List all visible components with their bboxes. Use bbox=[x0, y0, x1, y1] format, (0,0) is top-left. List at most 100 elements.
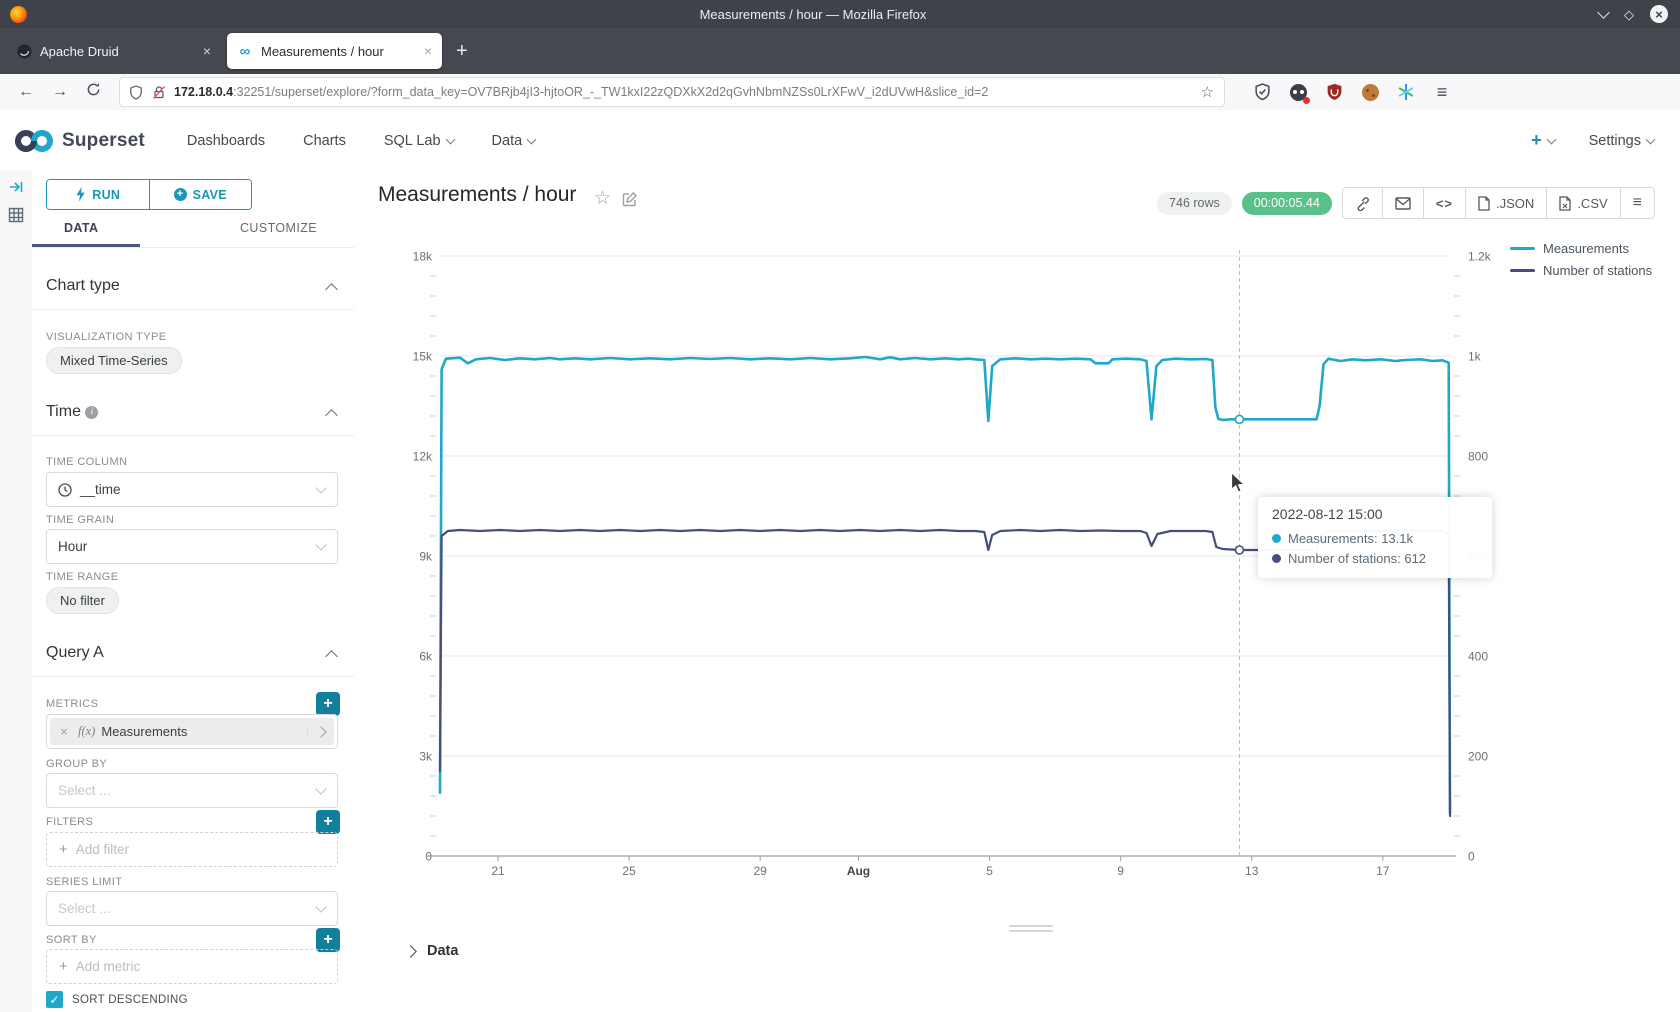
svg-text:17: 17 bbox=[1376, 864, 1390, 878]
collapse-chevron-icon[interactable] bbox=[325, 409, 338, 422]
superset-infinity-icon bbox=[14, 128, 54, 154]
favorite-star-icon[interactable]: ☆ bbox=[594, 187, 611, 210]
add-metric-button[interactable]: + bbox=[316, 692, 340, 716]
group-by-select[interactable]: Select ... bbox=[46, 773, 338, 808]
tab-apache-druid[interactable]: Apache Druid × bbox=[6, 33, 221, 69]
tab-close-icon[interactable]: × bbox=[424, 43, 432, 59]
panel-resize-handle[interactable] bbox=[1009, 925, 1053, 935]
tooltip-row: Measurements: 13.1k bbox=[1272, 528, 1478, 548]
time-column-select[interactable]: __time bbox=[46, 472, 338, 507]
tab-measurements-hour[interactable]: ∞ Measurements / hour × bbox=[227, 33, 442, 69]
svg-text:400: 400 bbox=[1468, 650, 1488, 664]
chevron-down-icon bbox=[1646, 134, 1656, 144]
add-filter-button[interactable]: + bbox=[316, 810, 340, 834]
section-query-a: Query A bbox=[46, 644, 104, 662]
time-grain-label: TIME GRAIN bbox=[46, 514, 114, 526]
plus-circle-icon: + bbox=[174, 188, 187, 201]
nav-data[interactable]: Data bbox=[492, 133, 536, 149]
sort-descending-label: SORT DESCENDING bbox=[72, 994, 188, 1006]
superset-navbar: Superset Dashboards Charts SQL Lab Data … bbox=[0, 110, 1680, 172]
collapse-chevron-icon[interactable] bbox=[325, 650, 338, 663]
explore-main: Measurements / hour ☆ 746 rows 00:00:05.… bbox=[354, 171, 1680, 1012]
mouse-cursor bbox=[1230, 471, 1249, 501]
add-sort-metric-dropzone[interactable]: +Add metric bbox=[46, 949, 338, 984]
query-timer-badge: 00:00:05.44 bbox=[1242, 192, 1332, 215]
back-button[interactable]: ← bbox=[18, 83, 34, 101]
new-item-button[interactable]: + bbox=[1531, 130, 1555, 151]
ublock-extension-icon[interactable] bbox=[1323, 81, 1345, 103]
mask-extension-icon[interactable] bbox=[1287, 81, 1309, 103]
bookmark-star-icon[interactable]: ☆ bbox=[1201, 83, 1214, 101]
nav-dashboards[interactable]: Dashboards bbox=[187, 133, 265, 149]
browser-menu-icon[interactable]: ≡ bbox=[1431, 81, 1453, 103]
svg-text:1k: 1k bbox=[1468, 350, 1482, 364]
dataset-grid-icon[interactable] bbox=[8, 207, 24, 226]
tracking-shield-icon[interactable] bbox=[129, 85, 143, 100]
tab-data[interactable]: DATA bbox=[64, 221, 98, 235]
data-panel-toggle[interactable]: Data bbox=[406, 943, 458, 959]
chevron-down-icon bbox=[1546, 134, 1556, 144]
svg-text:13: 13 bbox=[1245, 864, 1259, 878]
remove-metric-icon[interactable]: × bbox=[50, 724, 78, 739]
sparkle-extension-icon[interactable] bbox=[1395, 81, 1417, 103]
tooltip-row: Number of stations: 612 bbox=[1272, 548, 1478, 568]
series-limit-select[interactable]: Select ... bbox=[46, 891, 338, 926]
edit-properties-icon[interactable] bbox=[622, 191, 638, 212]
chart-title: Measurements / hour bbox=[378, 183, 576, 207]
chart-legend: Measurements Number of stations bbox=[1510, 237, 1652, 281]
save-button[interactable]: + SAVE bbox=[149, 180, 252, 209]
export-csv-button[interactable]: .CSV bbox=[1546, 188, 1619, 218]
time-grain-select[interactable]: Hour bbox=[46, 529, 338, 564]
add-filter-dropzone[interactable]: +Add filter bbox=[46, 832, 338, 867]
chevron-down-icon bbox=[445, 134, 455, 144]
insecure-lock-icon[interactable] bbox=[152, 85, 166, 100]
svg-text:0: 0 bbox=[1468, 850, 1475, 864]
legend-item-number-of-stations[interactable]: Number of stations bbox=[1510, 259, 1652, 281]
datasource-collapsed-strip bbox=[0, 171, 33, 1012]
email-button[interactable] bbox=[1382, 188, 1423, 218]
superset-logo[interactable]: Superset bbox=[14, 128, 145, 154]
chevron-right-icon bbox=[404, 945, 417, 958]
group-by-label: GROUP BY bbox=[46, 758, 107, 770]
forward-button[interactable]: → bbox=[52, 83, 68, 101]
filters-label: FILTERS bbox=[46, 816, 93, 828]
expand-panel-icon[interactable] bbox=[8, 179, 24, 198]
legend-item-measurements[interactable]: Measurements bbox=[1510, 237, 1652, 259]
svg-text:9: 9 bbox=[1117, 864, 1124, 878]
viz-type-value[interactable]: Mixed Time-Series bbox=[46, 347, 182, 374]
svg-text:21: 21 bbox=[491, 864, 505, 878]
svg-text:1.2k: 1.2k bbox=[1468, 250, 1492, 264]
settings-menu[interactable]: Settings bbox=[1589, 133, 1654, 149]
nav-charts[interactable]: Charts bbox=[303, 133, 346, 149]
chevron-down-icon bbox=[315, 783, 326, 794]
window-close-icon[interactable]: × bbox=[1650, 5, 1668, 23]
tab-close-icon[interactable]: × bbox=[203, 43, 211, 59]
window-minimize-icon[interactable] bbox=[1597, 6, 1610, 19]
legend-swatch-icon bbox=[1510, 269, 1535, 272]
collapse-chevron-icon[interactable] bbox=[325, 283, 338, 296]
mixed-timeseries-chart[interactable]: 03k6k9k12k15k18k02004006008001k1.2k21252… bbox=[370, 225, 1670, 935]
run-button[interactable]: RUN bbox=[47, 180, 149, 209]
url-text: 172.18.0.4:32251/superset/explore/?form_… bbox=[174, 85, 1201, 99]
time-range-label: TIME RANGE bbox=[46, 571, 118, 583]
export-json-button[interactable]: .JSON bbox=[1465, 188, 1546, 218]
address-bar[interactable]: 172.18.0.4:32251/superset/explore/?form_… bbox=[119, 77, 1225, 107]
copy-link-button[interactable] bbox=[1343, 188, 1382, 218]
shield-check-extension-icon[interactable] bbox=[1251, 81, 1273, 103]
reload-button[interactable] bbox=[86, 82, 101, 102]
cookie-extension-icon[interactable] bbox=[1359, 81, 1381, 103]
new-tab-button[interactable]: + bbox=[456, 40, 468, 63]
metric-item[interactable]: × f(x) Measurements bbox=[46, 714, 338, 749]
chevron-right-icon[interactable] bbox=[307, 728, 334, 736]
time-range-value[interactable]: No filter bbox=[46, 587, 119, 614]
svg-text:29: 29 bbox=[753, 864, 767, 878]
chart-tooltip: 2022-08-12 15:00 Measurements: 13.1k Num… bbox=[1258, 497, 1492, 578]
tab-customize[interactable]: CUSTOMIZE bbox=[240, 221, 317, 235]
embed-code-button[interactable]: <> bbox=[1423, 188, 1465, 218]
sort-descending-checkbox[interactable]: ✓ bbox=[46, 991, 63, 1008]
svg-text:Aug: Aug bbox=[847, 864, 870, 878]
window-maximize-icon[interactable]: ◇ bbox=[1624, 8, 1634, 21]
chart-menu-icon[interactable]: ≡ bbox=[1620, 188, 1654, 218]
nav-sql-lab[interactable]: SQL Lab bbox=[384, 133, 454, 149]
brand-name: Superset bbox=[62, 130, 145, 152]
